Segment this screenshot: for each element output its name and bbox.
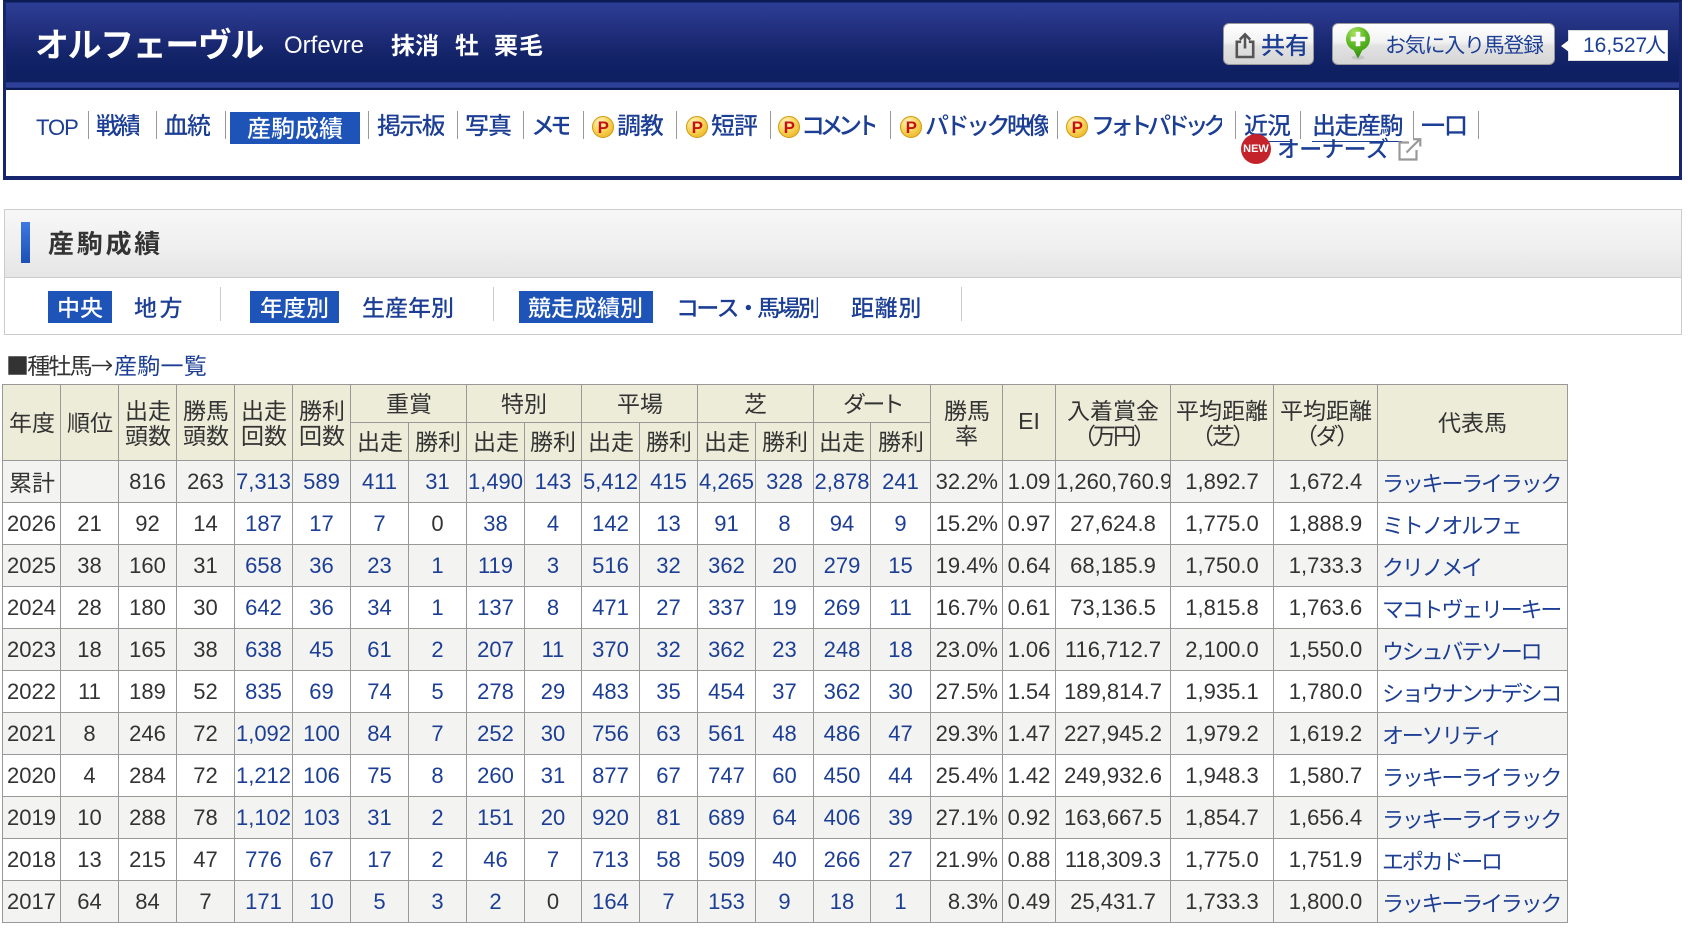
svg-text:P: P (906, 118, 917, 137)
svg-text:P: P (1072, 118, 1083, 137)
svg-text:P: P (784, 118, 795, 137)
svg-text:P: P (692, 118, 703, 137)
svg-text:P: P (598, 118, 609, 137)
